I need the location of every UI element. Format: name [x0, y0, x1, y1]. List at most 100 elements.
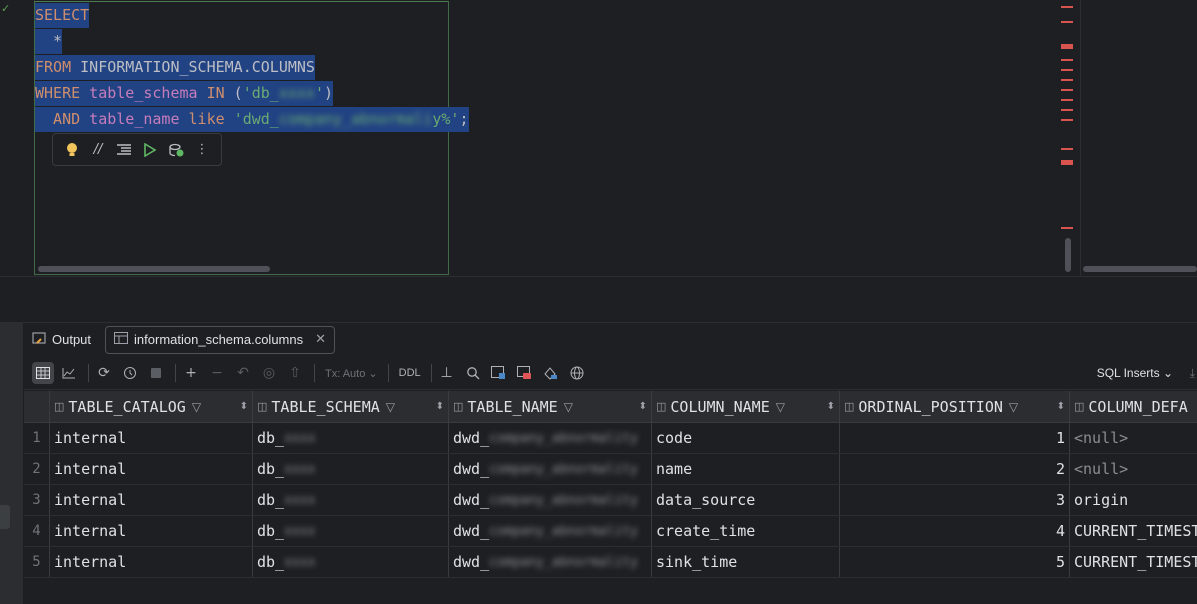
explain-icon[interactable]	[167, 141, 185, 159]
tx-mode-dropdown[interactable]: Tx: Auto ⌄	[325, 367, 378, 380]
horizontal-scrollbar[interactable]	[38, 266, 270, 272]
refresh-icon[interactable]: ⟳	[93, 362, 115, 384]
sort-icon[interactable]: ⬍	[639, 401, 647, 412]
table-row[interactable]: 1 internal db_ xxxx dwd_ company_abnormality c…	[24, 423, 1197, 454]
pin-icon[interactable]: ⊥	[436, 362, 458, 384]
filter-icon[interactable]: ▽	[1009, 400, 1018, 414]
cell-table-name[interactable]: dwd_ company_abnormality	[449, 454, 652, 484]
lightbulb-icon[interactable]	[63, 141, 81, 159]
filter-icon[interactable]: ▽	[386, 400, 395, 414]
cell-column-default[interactable]: origin	[1070, 485, 1197, 515]
tool-strip-handle[interactable]	[0, 505, 10, 529]
tab-output[interactable]: Output	[24, 327, 99, 353]
code-line[interactable]: SELECT	[35, 2, 469, 28]
paint-icon[interactable]	[540, 362, 562, 384]
table-row[interactable]: 4 internal db_ xxxx dwd_ company_abnormality c…	[24, 516, 1197, 547]
code-area[interactable]: SELECT * FROM INFORMATION_SCHEMA.COLUMNS W…	[35, 2, 469, 132]
sql-editor[interactable]: ✓ SELECT * FROM INFORMATION_SCHEMA.COLUMN…	[0, 0, 1197, 276]
cell-table-catalog[interactable]: internal	[50, 454, 253, 484]
sort-icon[interactable]: ⬍	[240, 401, 248, 412]
cell-ordinal-position[interactable]: 4	[840, 516, 1070, 546]
comment-icon[interactable]: //	[89, 141, 107, 159]
cell-column-name[interactable]: data_source	[652, 485, 840, 515]
run-icon[interactable]	[141, 141, 159, 159]
sort-icon[interactable]: ⬍	[827, 401, 835, 412]
error-marker[interactable]	[1061, 44, 1073, 49]
cell-column-name[interactable]: code	[652, 423, 840, 453]
vertical-scrollbar[interactable]	[1065, 238, 1071, 272]
code-line[interactable]: WHERE table_schema IN ('db_xxxx')	[35, 80, 469, 106]
error-marker[interactable]	[1061, 227, 1073, 229]
search-icon[interactable]	[462, 362, 484, 384]
table-row[interactable]: 3 internal db_ xxxx dwd_ company_abnormality d…	[24, 485, 1197, 516]
export-format-dropdown[interactable]: SQL Inserts ⌄	[1097, 366, 1173, 380]
cell-table-schema[interactable]: db_ xxxx	[253, 516, 449, 546]
code-line[interactable]: AND table_name like 'dwd_company_abnorma…	[35, 106, 469, 132]
side-panel-scrollbar[interactable]	[1083, 266, 1197, 272]
column-header[interactable]: ◫ COLUMN_DEFA	[1070, 391, 1197, 422]
cell-table-catalog[interactable]: internal	[50, 423, 253, 453]
submit-icon[interactable]: ⇧	[284, 362, 306, 384]
cell-table-catalog[interactable]: internal	[50, 547, 253, 577]
error-marker[interactable]	[1061, 21, 1073, 23]
error-marker[interactable]	[1061, 119, 1073, 121]
revert-icon[interactable]: ↶	[232, 362, 254, 384]
column-header[interactable]: ◫ TABLE_NAME ▽ ⬍	[449, 391, 652, 422]
cell-ordinal-position[interactable]: 2	[840, 454, 1070, 484]
column-header[interactable]: ◫ TABLE_SCHEMA ▽ ⬍	[253, 391, 449, 422]
cell-column-name[interactable]: create_time	[652, 516, 840, 546]
cell-table-name[interactable]: dwd_ company_abnormality	[449, 485, 652, 515]
filter-icon[interactable]: ▽	[192, 400, 201, 414]
globe-icon[interactable]	[566, 362, 588, 384]
export-icon[interactable]	[514, 362, 536, 384]
preview-icon[interactable]: ◎	[258, 362, 280, 384]
cell-ordinal-position[interactable]: 5	[840, 547, 1070, 577]
cell-column-default[interactable]: CURRENT_TIMEST	[1070, 547, 1197, 577]
cell-table-name[interactable]: dwd_ company_abnormality	[449, 516, 652, 546]
filter-icon[interactable]: ▽	[776, 400, 785, 414]
chart-view-icon[interactable]	[58, 362, 80, 384]
column-header[interactable]: ◫ ORDINAL_POSITION ▽ ⬍	[840, 391, 1070, 422]
error-marker[interactable]	[1061, 89, 1073, 91]
panel-splitter[interactable]	[0, 276, 1197, 323]
filter-icon[interactable]: ▽	[564, 400, 573, 414]
cell-column-default[interactable]: <null>	[1070, 423, 1197, 453]
cell-column-name[interactable]: name	[652, 454, 840, 484]
history-icon[interactable]	[119, 362, 141, 384]
cell-table-name[interactable]: dwd_ company_abnormality	[449, 423, 652, 453]
cell-table-catalog[interactable]: internal	[50, 516, 253, 546]
error-marker[interactable]	[1061, 109, 1073, 111]
stop-icon[interactable]	[145, 362, 167, 384]
error-marker[interactable]	[1061, 59, 1073, 61]
cell-column-name[interactable]: sink_time	[652, 547, 840, 577]
ddl-button[interactable]: DDL	[399, 367, 421, 379]
cell-table-schema[interactable]: db_ xxxx	[253, 547, 449, 577]
error-marker[interactable]	[1061, 79, 1073, 81]
tab-information-schema-columns[interactable]: information_schema.columns ✕	[105, 325, 336, 354]
column-header[interactable]: ◫ COLUMN_NAME ▽ ⬍	[652, 391, 840, 422]
compare-icon[interactable]	[488, 362, 510, 384]
cell-table-schema[interactable]: db_ xxxx	[253, 454, 449, 484]
table-row[interactable]: 2 internal db_ xxxx dwd_ company_abnormality n…	[24, 454, 1197, 485]
code-line[interactable]: *	[35, 28, 469, 54]
cell-ordinal-position[interactable]: 1	[840, 423, 1070, 453]
column-header[interactable]: ◫ TABLE_CATALOG ▽ ⬍	[50, 391, 253, 422]
download-icon[interactable]: ⤓	[1190, 366, 1195, 381]
cell-table-schema[interactable]: db_ xxxx	[253, 423, 449, 453]
error-marker[interactable]	[1061, 6, 1073, 8]
error-marker[interactable]	[1061, 148, 1073, 150]
cell-ordinal-position[interactable]: 3	[840, 485, 1070, 515]
grid-view-icon[interactable]	[32, 362, 54, 384]
cell-table-name[interactable]: dwd_ company_abnormality	[449, 547, 652, 577]
add-row-icon[interactable]: +	[180, 362, 202, 384]
format-icon[interactable]	[115, 141, 133, 159]
error-marker[interactable]	[1061, 69, 1073, 71]
cell-table-schema[interactable]: db_ xxxx	[253, 485, 449, 515]
cell-table-catalog[interactable]: internal	[50, 485, 253, 515]
error-marker[interactable]	[1061, 99, 1073, 101]
more-icon[interactable]: ⋮	[193, 141, 211, 159]
sort-icon[interactable]: ⬍	[436, 401, 444, 412]
code-line[interactable]: FROM INFORMATION_SCHEMA.COLUMNS	[35, 54, 469, 80]
cell-column-default[interactable]: <null>	[1070, 454, 1197, 484]
sort-icon[interactable]: ⬍	[1057, 401, 1065, 412]
